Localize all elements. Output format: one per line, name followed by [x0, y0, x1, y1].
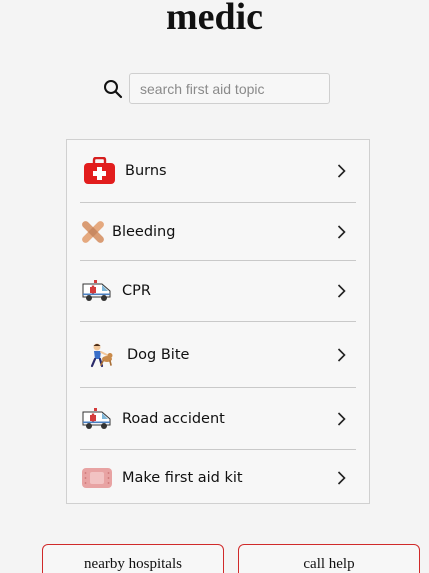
first-aid-kit-icon [84, 157, 115, 184]
chevron-right-icon [337, 164, 346, 178]
nearby-hospitals-button[interactable]: nearby hospitals [42, 544, 224, 573]
chevron-right-icon [337, 224, 346, 239]
adhesive-bandage-icon [82, 467, 112, 488]
topic-label-dog-bite: Dog Bite [127, 346, 190, 363]
topic-item-road-accident[interactable]: Road accident [80, 388, 356, 449]
topic-item-make-first-aid-kit[interactable]: Make first aid kit [80, 450, 356, 505]
topic-label-road-accident: Road accident [122, 410, 225, 427]
topic-item-bleeding[interactable]: Bleeding [80, 203, 356, 260]
topic-label-cpr: CPR [122, 283, 151, 299]
topic-label-make-first-aid-kit: Make first aid kit [122, 469, 243, 486]
call-help-button[interactable]: call help [238, 544, 420, 573]
topic-list: Burns Bleeding CPR Dog Bite Road acciden… [66, 139, 370, 504]
topic-label-burns: Burns [125, 163, 167, 179]
search-icon[interactable] [103, 79, 123, 99]
chevron-right-icon [337, 470, 346, 485]
app-title: medic [165, 0, 264, 38]
topic-item-dog-bite[interactable]: Dog Bite [80, 322, 356, 387]
search-input[interactable] [129, 73, 330, 104]
dog-bite-icon [90, 343, 113, 367]
bandage-icon [82, 220, 104, 243]
chevron-right-icon [337, 411, 346, 426]
topic-item-burns[interactable]: Burns [80, 140, 356, 202]
topic-label-bleeding: Bleeding [112, 223, 176, 240]
ambulance-icon [82, 280, 111, 301]
topic-item-cpr[interactable]: CPR [80, 261, 356, 321]
chevron-right-icon [337, 347, 346, 362]
ambulance-icon [82, 407, 111, 429]
chevron-right-icon [337, 284, 346, 298]
